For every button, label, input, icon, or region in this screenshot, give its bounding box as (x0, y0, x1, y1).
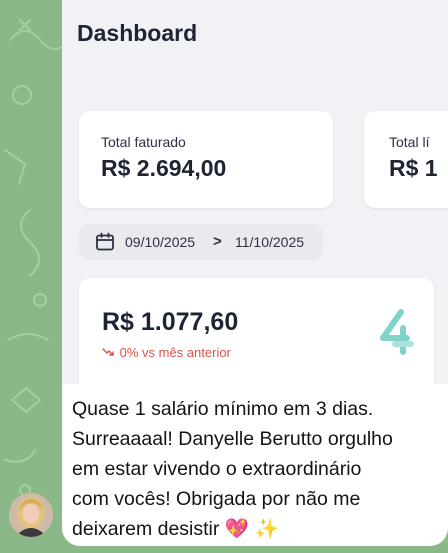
quatro-logo-icon (377, 308, 417, 361)
dashboard-screenshot[interactable]: Dashboard Total faturado R$ 2.694,00 Tot… (62, 0, 448, 384)
date-start: 09/10/2025 (125, 234, 196, 250)
message-bubble: Dashboard Total faturado R$ 2.694,00 Tot… (62, 0, 448, 546)
message-line: em estar vivendo o extraordinário (72, 458, 362, 480)
chevron-right-icon: > (213, 233, 222, 250)
avatar[interactable] (9, 493, 53, 537)
message-line: Quase 1 salário mínimo em 3 dias. (72, 398, 374, 420)
card-label: Total faturado (101, 134, 186, 150)
trend-text: 0% vs mês anterior (119, 345, 231, 360)
total-faturado-card: Total faturado R$ 2.694,00 (79, 111, 333, 208)
dashboard-title: Dashboard (77, 20, 198, 46)
card-value: R$ 2.694,00 (101, 155, 227, 181)
date-range-filter: 09/10/2025 > 11/10/2025 (79, 224, 323, 260)
total-liquido-card: Total lí R$ 1 (364, 111, 448, 208)
highlight-value: R$ 1.077,60 (102, 308, 239, 336)
card-value: R$ 1 (389, 155, 438, 181)
trend-line: 0% vs mês anterior (102, 345, 231, 360)
highlight-card: R$ 1.077,60 0% vs mês anterior (79, 278, 434, 384)
message-line: Surreaaaal! Danyelle Berutto orgulho (72, 428, 393, 450)
message-line: deixarem desistir 💖 ✨ (72, 518, 279, 540)
trend-down-icon (102, 345, 116, 360)
message-line: com vocês! Obrigada por não me (72, 488, 361, 510)
message-text: Quase 1 salário mínimo em 3 dias. Surrea… (72, 394, 444, 544)
card-label: Total lí (389, 134, 430, 150)
calendar-icon (95, 232, 115, 257)
date-end: 11/10/2025 (235, 234, 305, 250)
